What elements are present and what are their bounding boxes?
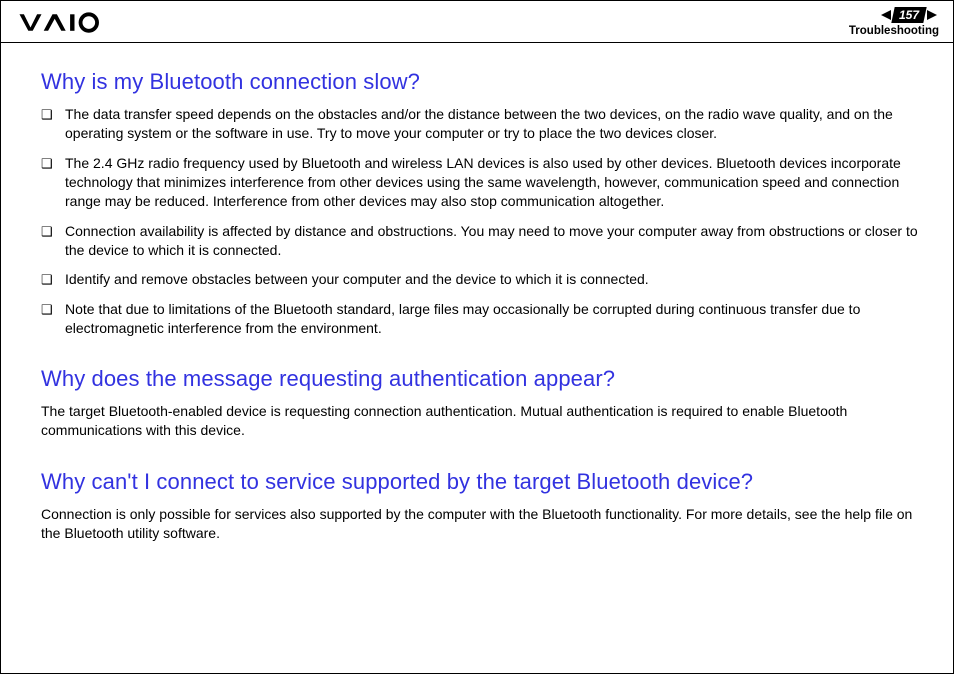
bullet-icon: ❑ <box>41 154 65 173</box>
body-paragraph: The target Bluetooth-enabled device is r… <box>41 402 925 441</box>
header-right: 157 Troubleshooting <box>849 7 939 37</box>
list-item-text: The data transfer speed depends on the o… <box>65 105 925 144</box>
bullet-icon: ❑ <box>41 222 65 241</box>
next-page-arrow-icon[interactable] <box>925 8 939 22</box>
bullet-icon: ❑ <box>41 300 65 319</box>
list-item: ❑The 2.4 GHz radio frequency used by Blu… <box>41 154 925 212</box>
page-header: 157 Troubleshooting <box>1 1 953 43</box>
page-number-badge: 157 <box>891 7 926 23</box>
page-content: Why is my Bluetooth connection slow? ❑Th… <box>1 43 953 543</box>
list-item-text: Connection availability is affected by d… <box>65 222 925 261</box>
list-item: ❑Identify and remove obstacles between y… <box>41 270 925 289</box>
list-item: ❑Connection availability is affected by … <box>41 222 925 261</box>
list-item-text: Identify and remove obstacles between yo… <box>65 270 925 289</box>
question-heading: Why is my Bluetooth connection slow? <box>41 69 925 95</box>
question-heading: Why does the message requesting authenti… <box>41 366 925 392</box>
section-label: Troubleshooting <box>849 25 939 37</box>
bullet-icon: ❑ <box>41 270 65 289</box>
document-page: 157 Troubleshooting Why is my Bluetooth … <box>0 0 954 674</box>
list-item: ❑The data transfer speed depends on the … <box>41 105 925 144</box>
vaio-logo <box>19 11 119 33</box>
bullet-list: ❑The data transfer speed depends on the … <box>41 105 925 338</box>
page-navigation: 157 <box>879 7 939 23</box>
question-heading: Why can't I connect to service supported… <box>41 469 925 495</box>
list-item-text: Note that due to limitations of the Blue… <box>65 300 925 339</box>
bullet-icon: ❑ <box>41 105 65 124</box>
body-paragraph: Connection is only possible for services… <box>41 505 925 544</box>
list-item: ❑Note that due to limitations of the Blu… <box>41 300 925 339</box>
list-item-text: The 2.4 GHz radio frequency used by Blue… <box>65 154 925 212</box>
